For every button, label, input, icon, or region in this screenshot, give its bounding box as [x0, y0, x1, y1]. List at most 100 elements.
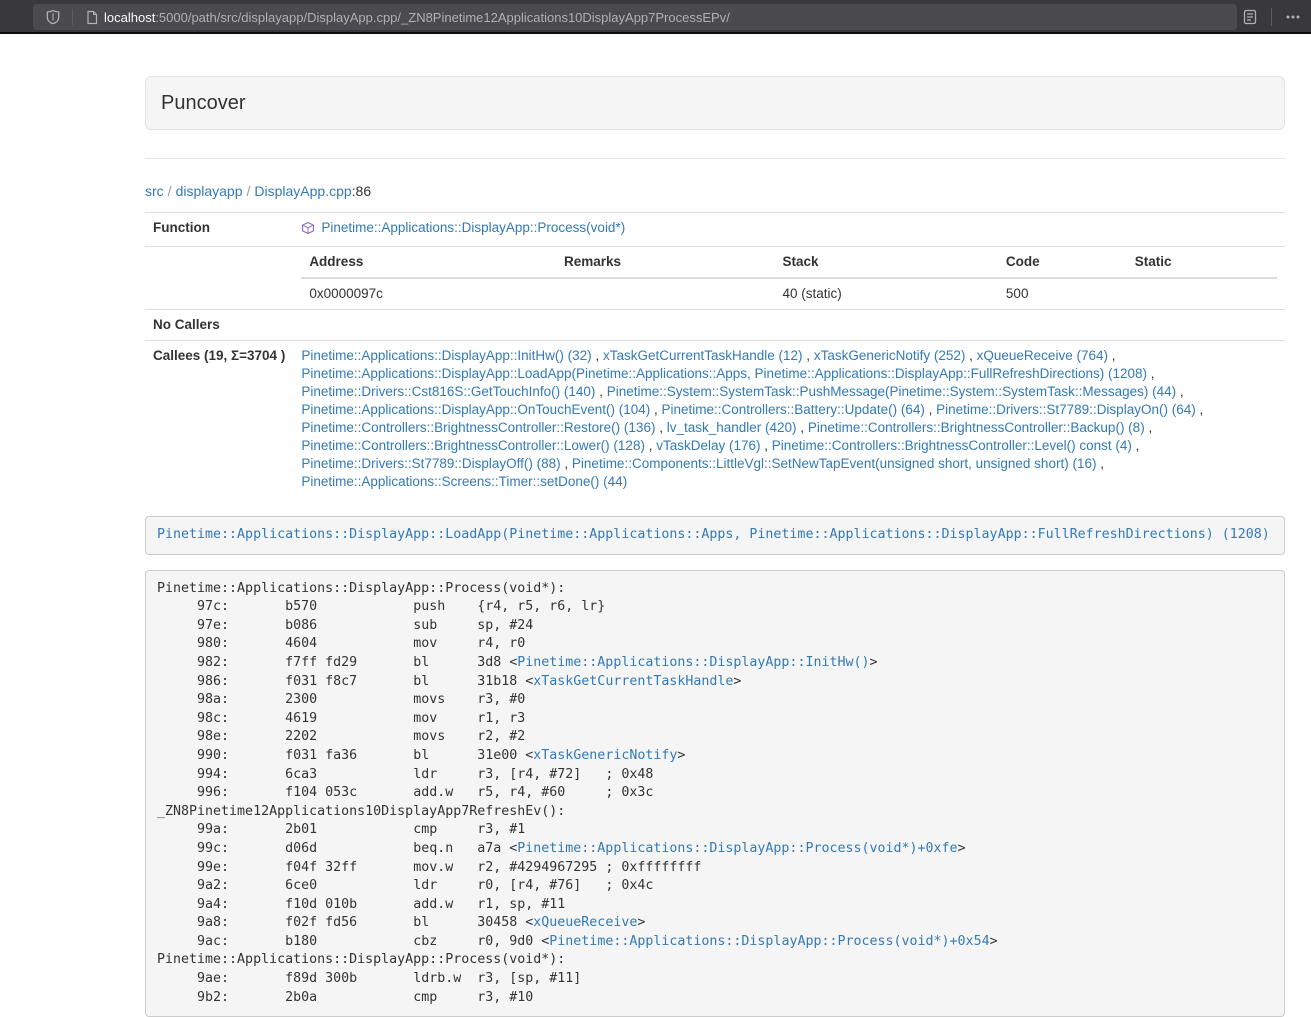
- function-row: Function Pinetime::Applications::Display…: [145, 213, 1285, 247]
- callee-link[interactable]: Pinetime::Controllers::Battery::Update()…: [662, 402, 925, 417]
- no-callers-label: No Callers: [145, 310, 293, 341]
- code-line: 9a2: 6ce0 ldr r0, [r4, #76] ; 0x4c: [157, 877, 1273, 896]
- callee-separator: ,: [1108, 348, 1116, 363]
- callee-link[interactable]: Pinetime::Drivers::St7789::DisplayOff() …: [301, 456, 560, 471]
- callee-link[interactable]: lv_task_handler (420): [667, 420, 797, 435]
- callees-list: Pinetime::Applications::DisplayApp::Init…: [293, 341, 1285, 498]
- callee-link[interactable]: Pinetime::Controllers::BrightnessControl…: [301, 420, 655, 435]
- callee-separator: ,: [1147, 366, 1155, 381]
- no-callers-row: No Callers: [145, 310, 1285, 341]
- url-bar[interactable]: localhost:5000/path/src/displayapp/Displ…: [33, 4, 1237, 30]
- callee-separator: ,: [1196, 402, 1204, 417]
- column-header-code: Code: [998, 247, 1127, 278]
- breadcrumb: src/displayapp/DisplayApp.cpp:86: [145, 181, 1285, 201]
- code-line: 99a: 2b01 cmp r3, #1: [157, 821, 1273, 840]
- callees-row: Callees (19, Σ=3704 ) Pinetime::Applicat…: [145, 341, 1285, 498]
- code-line: Pinetime::Applications::DisplayApp::Proc…: [157, 951, 1273, 970]
- code-line: 98c: 4619 mov r1, r3: [157, 710, 1273, 729]
- code-line: 982: f7ff fd29 bl 3d8 <Pinetime::Applica…: [157, 654, 1273, 673]
- callee-link[interactable]: xTaskGetCurrentTaskHandle (12): [603, 348, 803, 363]
- url-host: localhost: [104, 10, 155, 25]
- code-symbol-link[interactable]: Pinetime::Applications::DisplayApp::Proc…: [517, 841, 957, 856]
- code-line: _ZN8Pinetime12Applications10DisplayApp7R…: [157, 803, 1273, 822]
- remarks-value: [556, 278, 775, 309]
- browser-toolbar: localhost:5000/path/src/displayapp/Displ…: [0, 0, 1311, 34]
- callee-separator: ,: [1145, 420, 1153, 435]
- callee-link[interactable]: vTaskDelay (176): [656, 438, 760, 453]
- code-line: 9ae: f89d 300b ldrb.w r3, [sp, #11]: [157, 970, 1273, 989]
- metrics-row-label: [145, 247, 293, 310]
- callee-link[interactable]: xTaskGenericNotify (252): [814, 348, 966, 363]
- divider: [145, 158, 1285, 159]
- loadapp-link[interactable]: Pinetime::Applications::DisplayApp::Load…: [157, 527, 1270, 542]
- code-value: 500: [998, 278, 1127, 309]
- code-symbol-link[interactable]: xTaskGetCurrentTaskHandle: [533, 674, 733, 689]
- callee-link[interactable]: Pinetime::Applications::DisplayApp::OnTo…: [301, 402, 650, 417]
- page-container: Puncover src/displayapp/DisplayApp.cpp:8…: [145, 76, 1285, 1017]
- callee-link[interactable]: Pinetime::Controllers::BrightnessControl…: [808, 420, 1145, 435]
- metrics-value-row: 0x0000097c 40 (static) 500: [301, 278, 1277, 309]
- menu-icon[interactable]: [1281, 5, 1305, 29]
- breadcrumb-line-number: :86: [352, 183, 371, 199]
- urlbar-divider: [72, 9, 73, 25]
- package-icon: [301, 221, 315, 235]
- code-line: 9ac: b180 cbz r0, 9d0 <Pinetime::Applica…: [157, 933, 1273, 952]
- callee-separator: ,: [592, 348, 603, 363]
- code-line: 97e: b086 sub sp, #24: [157, 617, 1273, 636]
- callee-link[interactable]: xQueueReceive (764): [977, 348, 1108, 363]
- callee-separator: ,: [561, 456, 572, 471]
- callee-link[interactable]: Pinetime::Applications::DisplayApp::Init…: [301, 348, 591, 363]
- metrics-header-row: Address Remarks Stack Code Static: [301, 247, 1277, 278]
- callees-label: Callees (19, Σ=3704 ): [145, 341, 293, 498]
- callee-link[interactable]: Pinetime::Components::LittleVgl::SetNewT…: [572, 456, 1097, 471]
- code-line: 99c: d06d beq.n a7a <Pinetime::Applicati…: [157, 840, 1273, 859]
- code-line: 9a4: f10d 010b add.w r1, sp, #11: [157, 896, 1273, 915]
- function-link[interactable]: Pinetime::Applications::DisplayApp::Proc…: [321, 219, 625, 237]
- static-value: [1127, 278, 1277, 309]
- code-symbol-link[interactable]: xQueueReceive: [533, 915, 637, 930]
- page-icon[interactable]: [80, 5, 104, 29]
- app-header: Puncover: [145, 76, 1285, 130]
- code-symbol-link[interactable]: Pinetime::Applications::DisplayApp::Proc…: [549, 934, 989, 949]
- metrics-table: Address Remarks Stack Code Static 0x0000…: [301, 247, 1277, 309]
- callee-link[interactable]: Pinetime::Applications::DisplayApp::Load…: [301, 366, 1147, 381]
- function-label: Function: [145, 213, 293, 247]
- callee-separator: ,: [803, 348, 814, 363]
- code-line: 99e: f04f 32ff mov.w r2, #4294967295 ; 0…: [157, 859, 1273, 878]
- callee-link[interactable]: Pinetime::Applications::Screens::Timer::…: [301, 474, 627, 489]
- callee-separator: ,: [1176, 384, 1184, 399]
- page-title: Puncover: [161, 92, 1269, 114]
- column-header-remarks: Remarks: [556, 247, 775, 278]
- callee-link[interactable]: Pinetime::Drivers::St7789::DisplayOn() (…: [936, 402, 1196, 417]
- callee-separator: ,: [650, 402, 661, 417]
- toolbar-divider: [1271, 8, 1272, 26]
- code-symbol-link[interactable]: xTaskGenericNotify: [533, 748, 677, 763]
- callee-link[interactable]: Pinetime::Controllers::BrightnessControl…: [772, 438, 1132, 453]
- function-table: Function Pinetime::Applications::Display…: [145, 212, 1285, 497]
- callee-separator: ,: [1096, 456, 1104, 471]
- callee-separator: ,: [595, 384, 606, 399]
- callee-separator: ,: [645, 438, 656, 453]
- breadcrumb-link-displayapp[interactable]: displayapp: [176, 183, 243, 199]
- callee-separator: ,: [925, 402, 936, 417]
- code-line: 980: 4604 mov r4, r0: [157, 635, 1273, 654]
- code-line: 97c: b570 push {r4, r5, r6, lr}: [157, 598, 1273, 617]
- callee-separator: ,: [655, 420, 666, 435]
- column-header-static: Static: [1127, 247, 1277, 278]
- breadcrumb-link-src[interactable]: src: [145, 183, 164, 199]
- breadcrumb-link-file[interactable]: DisplayApp.cpp: [254, 183, 351, 199]
- code-symbol-link[interactable]: Pinetime::Applications::DisplayApp::Init…: [517, 655, 869, 670]
- breadcrumb-separator: /: [247, 183, 251, 199]
- code-line: 990: f031 fa36 bl 31e00 <xTaskGenericNot…: [157, 747, 1273, 766]
- callee-separator: ,: [965, 348, 976, 363]
- code-line: 996: f104 053c add.w r5, r4, #60 ; 0x3c: [157, 784, 1273, 803]
- callee-link[interactable]: Pinetime::Controllers::BrightnessControl…: [301, 438, 645, 453]
- reader-view-icon[interactable]: [1238, 5, 1262, 29]
- shield-icon[interactable]: [41, 5, 65, 29]
- callee-link[interactable]: Pinetime::System::SystemTask::PushMessag…: [607, 384, 1176, 399]
- callee-link[interactable]: Pinetime::Drivers::Cst816S::GetTouchInfo…: [301, 384, 595, 399]
- code-line: 986: f031 f8c7 bl 31b18 <xTaskGetCurrent…: [157, 673, 1273, 692]
- code-line: 994: 6ca3 ldr r3, [r4, #72] ; 0x48: [157, 766, 1273, 785]
- toolbar-actions: [1238, 0, 1305, 34]
- callee-separator: ,: [1132, 438, 1140, 453]
